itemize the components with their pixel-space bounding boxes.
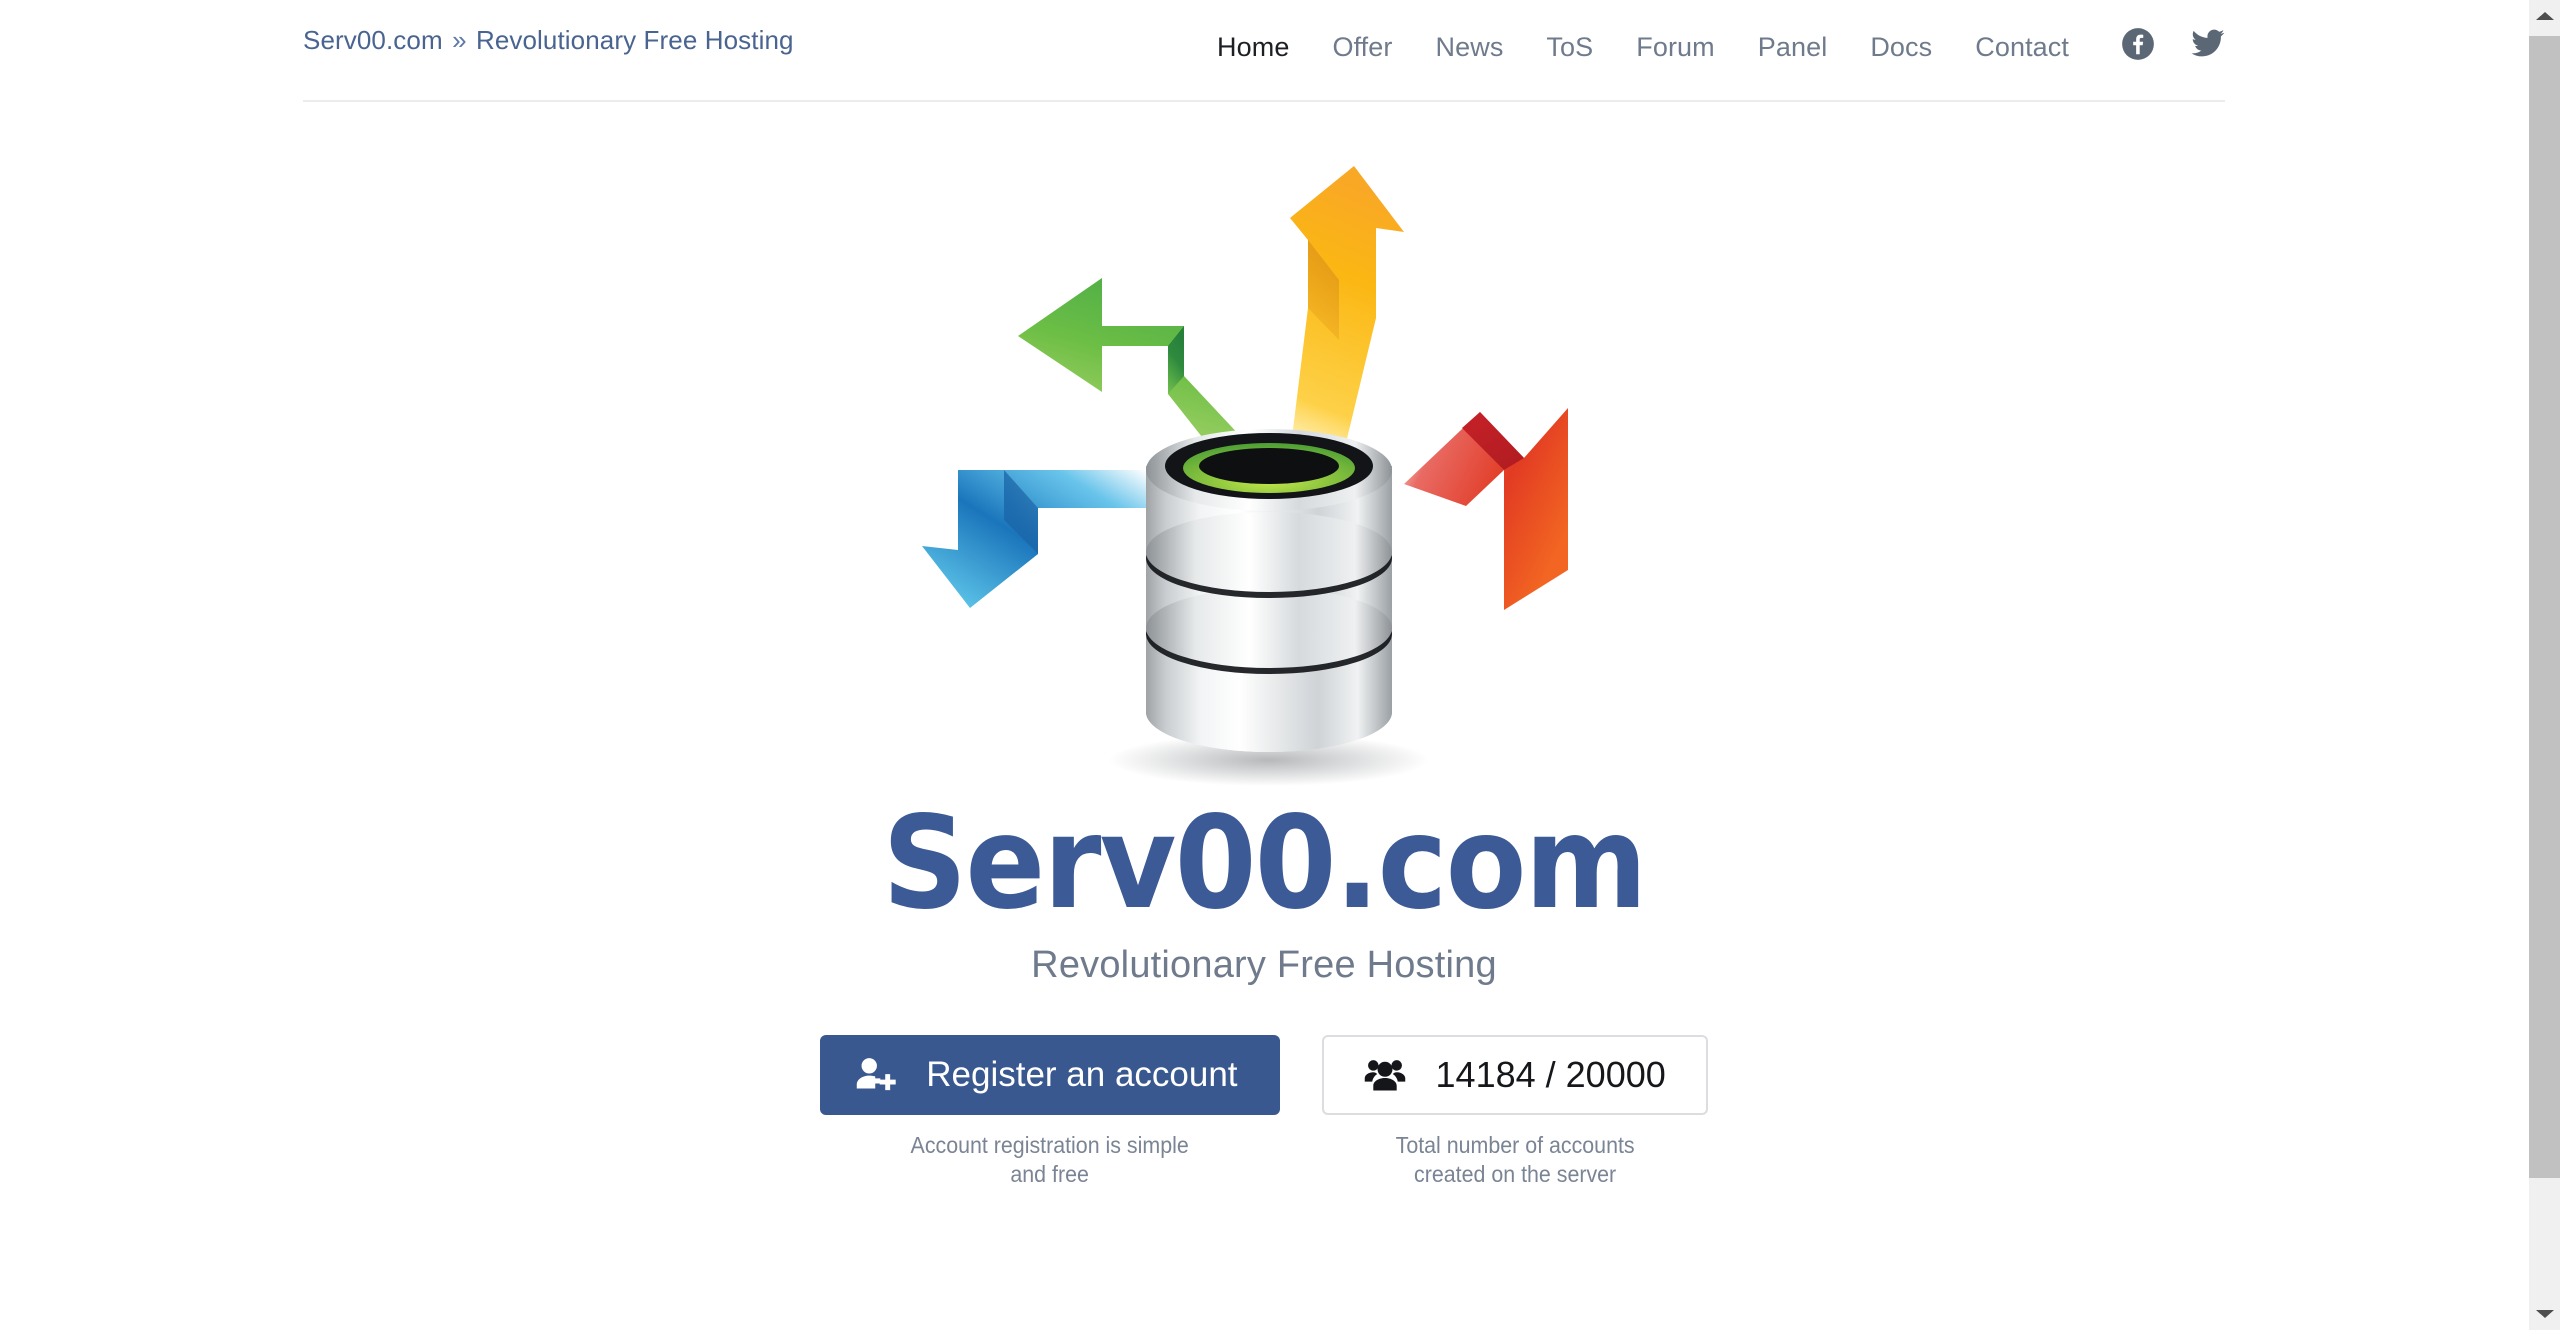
register-account-label: Register an account	[926, 1055, 1238, 1094]
arrow-down-left-blue	[922, 470, 1146, 608]
accounts-counter-box: 14184 / 20000	[1321, 1035, 1708, 1115]
hero-tagline: Revolutionary Free Hosting	[1031, 944, 1497, 986]
nav-item-home[interactable]: Home	[1217, 32, 1289, 63]
register-caption-line2: and free	[1010, 1160, 1090, 1187]
counter-caption-line1: Total number of accounts	[1395, 1132, 1635, 1158]
social-links	[2121, 27, 2225, 64]
scroll-down-arrow-glyph	[2536, 1310, 2554, 1318]
users-icon	[1364, 1058, 1406, 1092]
site-header: Serv00.com » Revolutionary Free Hosting …	[303, 0, 2225, 100]
scrollbar-thumb[interactable]	[2529, 36, 2560, 1178]
counter-action-column: 14184 / 20000 Total number of accounts c…	[1321, 1035, 1708, 1188]
nav-item-offer[interactable]: Offer	[1332, 32, 1392, 63]
database-cylinder-with-arrows-icon	[884, 140, 1644, 800]
register-action-column: Register an account Account registration…	[820, 1035, 1280, 1188]
main-navigation: Home Offer News ToS Forum Panel Docs Con…	[1217, 0, 2225, 64]
scroll-up-arrow-icon[interactable]	[2529, 0, 2560, 32]
vertical-scrollbar[interactable]	[2528, 0, 2560, 1330]
breadcrumb-current: Revolutionary Free Hosting	[475, 25, 794, 55]
scroll-down-arrow-icon[interactable]	[2529, 1298, 2560, 1330]
hero-container: Serv00.com Revolutionary Free Hosting Re…	[303, 102, 2225, 1188]
database-cylinder	[1146, 429, 1392, 752]
page-title: Serv00.com	[882, 789, 1647, 938]
arrow-down-right-red	[1404, 408, 1568, 610]
facebook-icon[interactable]	[2121, 27, 2155, 61]
hero-actions: Register an account Account registration…	[303, 1035, 2225, 1188]
breadcrumb-site[interactable]: Serv00.com	[303, 25, 443, 55]
nav-item-docs[interactable]: Docs	[1870, 32, 1932, 63]
user-plus-icon	[856, 1056, 896, 1094]
nav-item-tos[interactable]: ToS	[1546, 32, 1593, 63]
counter-caption-line2: created on the server	[1413, 1160, 1616, 1187]
nav-item-contact[interactable]: Contact	[1975, 32, 2069, 63]
twitter-icon[interactable]	[2191, 27, 2225, 61]
browser-viewport: Serv00.com » Revolutionary Free Hosting …	[0, 0, 2560, 1330]
page-content: Serv00.com » Revolutionary Free Hosting …	[0, 0, 2528, 1330]
breadcrumb-separator: »	[452, 25, 467, 55]
arrow-up-right-yellow	[1288, 166, 1404, 472]
scroll-up-arrow-glyph	[2536, 12, 2554, 20]
register-caption: Account registration is simple and free	[836, 1131, 1263, 1188]
counter-caption: Total number of accounts created on the …	[1335, 1131, 1694, 1188]
nav-list: Home Offer News ToS Forum Panel Docs Con…	[1217, 32, 2069, 63]
breadcrumb[interactable]: Serv00.com » Revolutionary Free Hosting	[303, 0, 794, 56]
nav-item-forum[interactable]: Forum	[1636, 32, 1715, 63]
accounts-counter-value: 14184 / 20000	[1435, 1054, 1666, 1095]
register-caption-line1: Account registration is simple	[910, 1132, 1189, 1158]
content-container: Serv00.com » Revolutionary Free Hosting …	[303, 0, 2225, 100]
hero-section: Serv00.com Revolutionary Free Hosting Re…	[303, 102, 2225, 1188]
nav-item-news[interactable]: News	[1436, 32, 1504, 63]
nav-item-panel[interactable]: Panel	[1758, 32, 1828, 63]
register-account-button[interactable]: Register an account	[820, 1035, 1280, 1115]
